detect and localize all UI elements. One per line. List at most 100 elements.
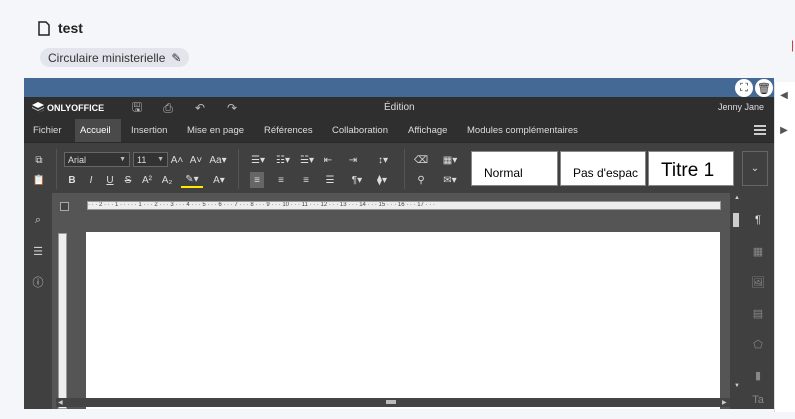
tab-stop-selector[interactable] <box>60 202 69 211</box>
scroll-thumb[interactable] <box>386 400 396 404</box>
document-type-tag[interactable]: Circulaire ministerielle ✎ <box>40 48 190 67</box>
horizontal-ruler[interactable]: · · · 2 · · · 1 · · · · · 1 · · · 2 · · … <box>87 201 721 210</box>
tag-label: Circulaire ministerielle <box>48 50 166 65</box>
copy-style-icon[interactable]: ⚲ <box>414 172 428 188</box>
save-icon[interactable]: 🖫 <box>130 100 144 115</box>
scroll-up-icon[interactable]: ▲ <box>734 195 740 201</box>
increase-font-icon[interactable]: A˄ <box>171 152 184 168</box>
italic-icon[interactable]: I <box>86 172 96 188</box>
style-no-spacing[interactable]: Pas d'espac <box>560 151 646 186</box>
collapse-left-icon[interactable]: ◀ <box>775 82 793 108</box>
chart-settings-icon[interactable]: ▮ <box>751 368 765 382</box>
font-name-value: Arial <box>68 154 87 165</box>
tab-mise-en-page[interactable]: Mise en page <box>182 119 249 142</box>
tab-fichier[interactable]: Fichier <box>28 119 67 142</box>
onlyoffice-editor: ⛶ 🗑 ONLYOFFICE 🖫 ⎙ ↶ ↷ Édition Jenny Jan… <box>24 78 774 409</box>
shading-icon[interactable]: ⧫▾ <box>371 172 393 188</box>
table-settings-icon[interactable]: ▦ <box>751 244 765 258</box>
decrease-indent-icon[interactable]: ⇤ <box>321 152 335 168</box>
decrease-font-icon[interactable]: A˅ <box>190 152 203 168</box>
change-case-icon[interactable]: Aa▾ <box>207 152 229 168</box>
expand-right-icon[interactable]: ▶ <box>775 117 793 143</box>
style-normal-label: Normal <box>484 166 523 180</box>
fullscreen-icon[interactable]: ⛶ <box>735 79 753 97</box>
image-settings-icon[interactable]: 🖼 <box>751 275 765 289</box>
tab-modules[interactable]: Modules complémentaires <box>462 119 583 142</box>
scroll-left-icon[interactable]: ◀ <box>58 399 63 406</box>
increase-indent-icon[interactable]: ⇥ <box>346 152 360 168</box>
undo-icon[interactable]: ↶ <box>193 101 207 115</box>
pencil-icon[interactable]: ✎ <box>171 51 181 65</box>
info-icon[interactable]: ⓘ <box>31 275 45 289</box>
clear-style-icon[interactable]: ⌫ <box>414 152 428 168</box>
text-art-icon[interactable]: Ta <box>751 393 765 407</box>
chevron-down-icon[interactable]: ⌄ <box>742 151 768 186</box>
align-left-icon[interactable]: ≡ <box>250 172 264 188</box>
shape-settings-icon[interactable]: ⬠ <box>751 337 765 351</box>
justify-icon[interactable]: ☰ <box>323 172 337 188</box>
print-icon[interactable]: ⎙ <box>161 101 175 115</box>
horizontal-scrollbar[interactable]: ◀ ▶ <box>56 398 730 407</box>
highlight-icon[interactable]: ✎▾ <box>181 172 203 188</box>
style-heading-1[interactable]: Titre 1 <box>648 151 734 186</box>
bold-icon[interactable]: B <box>67 172 77 188</box>
separator <box>404 149 405 189</box>
tab-insertion[interactable]: Insertion <box>126 119 172 142</box>
separator <box>238 149 239 189</box>
redo-icon[interactable]: ↷ <box>225 101 239 115</box>
paragraph-icon[interactable]: ¶▾ <box>347 172 367 188</box>
separator <box>56 149 57 189</box>
right-sidebar: ¶ ▦ 🖼 ▤ ⬠ ▮ Ta <box>743 193 774 409</box>
font-size-select[interactable]: 11 ▼ <box>133 152 168 167</box>
user-name[interactable]: Jenny Jane <box>718 102 764 112</box>
scroll-thumb[interactable] <box>733 213 739 227</box>
paste-icon[interactable]: 📋 <box>32 172 46 188</box>
numbered-list-icon[interactable]: ☷▾ <box>273 152 293 168</box>
font-name-select[interactable]: Arial ▼ <box>64 152 130 167</box>
editor-top-band <box>24 78 774 97</box>
align-center-icon[interactable]: ≡ <box>274 172 288 188</box>
file-icon <box>38 20 50 36</box>
bullet-list-icon[interactable]: ☰▾ <box>248 152 268 168</box>
red-marker: | <box>791 38 795 52</box>
chevron-down-icon: ▼ <box>119 156 126 163</box>
document-page-canvas[interactable] <box>86 232 720 409</box>
strikethrough-icon[interactable]: S <box>123 172 133 188</box>
superscript-icon[interactable]: A² <box>141 172 153 188</box>
subscript-icon[interactable]: A₂ <box>161 172 173 188</box>
underline-icon[interactable]: U <box>105 172 115 188</box>
mail-merge-icon[interactable]: ✉▾ <box>439 172 461 188</box>
trash-icon[interactable]: 🗑 <box>755 79 773 97</box>
style-no-spacing-label: Pas d'espac <box>573 166 638 180</box>
tab-affichage[interactable]: Affichage <box>403 119 452 142</box>
style-heading-label: Titre 1 <box>661 160 715 181</box>
ribbon-tabs: Fichier Accueil Insertion Mise en page R… <box>24 119 774 142</box>
header-footer-icon[interactable]: ▤ <box>751 306 765 320</box>
scroll-right-icon[interactable]: ▶ <box>722 399 727 406</box>
line-spacing-icon[interactable]: ↕▾ <box>372 152 394 168</box>
tab-collaboration[interactable]: Collaboration <box>327 119 393 142</box>
search-icon[interactable]: ⌕ <box>31 213 45 227</box>
navigation-icon[interactable]: ☰ <box>31 244 45 258</box>
document-page: test Circulaire ministerielle ✎ | ◀ ▶ ⛶ … <box>0 0 795 419</box>
chevron-down-icon: ▼ <box>157 156 164 163</box>
document-workspace: · · · 2 · · · 1 · · · · · 1 · · · 2 · · … <box>52 193 743 409</box>
color-scheme-icon[interactable]: ▦▾ <box>439 152 461 168</box>
paragraph-settings-icon[interactable]: ¶ <box>751 213 765 227</box>
vertical-scrollbar[interactable]: ▲ ▼ <box>730 193 743 409</box>
vertical-ruler[interactable] <box>58 233 67 409</box>
tab-accueil[interactable]: Accueil <box>75 119 121 142</box>
tab-references[interactable]: Références <box>259 119 318 142</box>
scroll-down-icon[interactable]: ▼ <box>734 383 740 389</box>
style-normal[interactable]: Normal <box>471 151 558 186</box>
align-right-icon[interactable]: ≡ <box>299 172 313 188</box>
menu-icon[interactable] <box>754 125 766 135</box>
left-sidebar: ⌕ ☰ ⓘ <box>24 193 52 409</box>
document-title: test <box>58 20 83 36</box>
font-size-value: 11 <box>137 154 147 165</box>
editor-doc-title: Édition <box>384 102 415 113</box>
font-color-icon[interactable]: A▾ <box>208 172 230 188</box>
multilevel-list-icon[interactable]: ☱▾ <box>297 152 317 168</box>
copy-icon[interactable]: ⧉ <box>32 152 46 168</box>
app-name: ONLYOFFICE <box>47 102 105 113</box>
